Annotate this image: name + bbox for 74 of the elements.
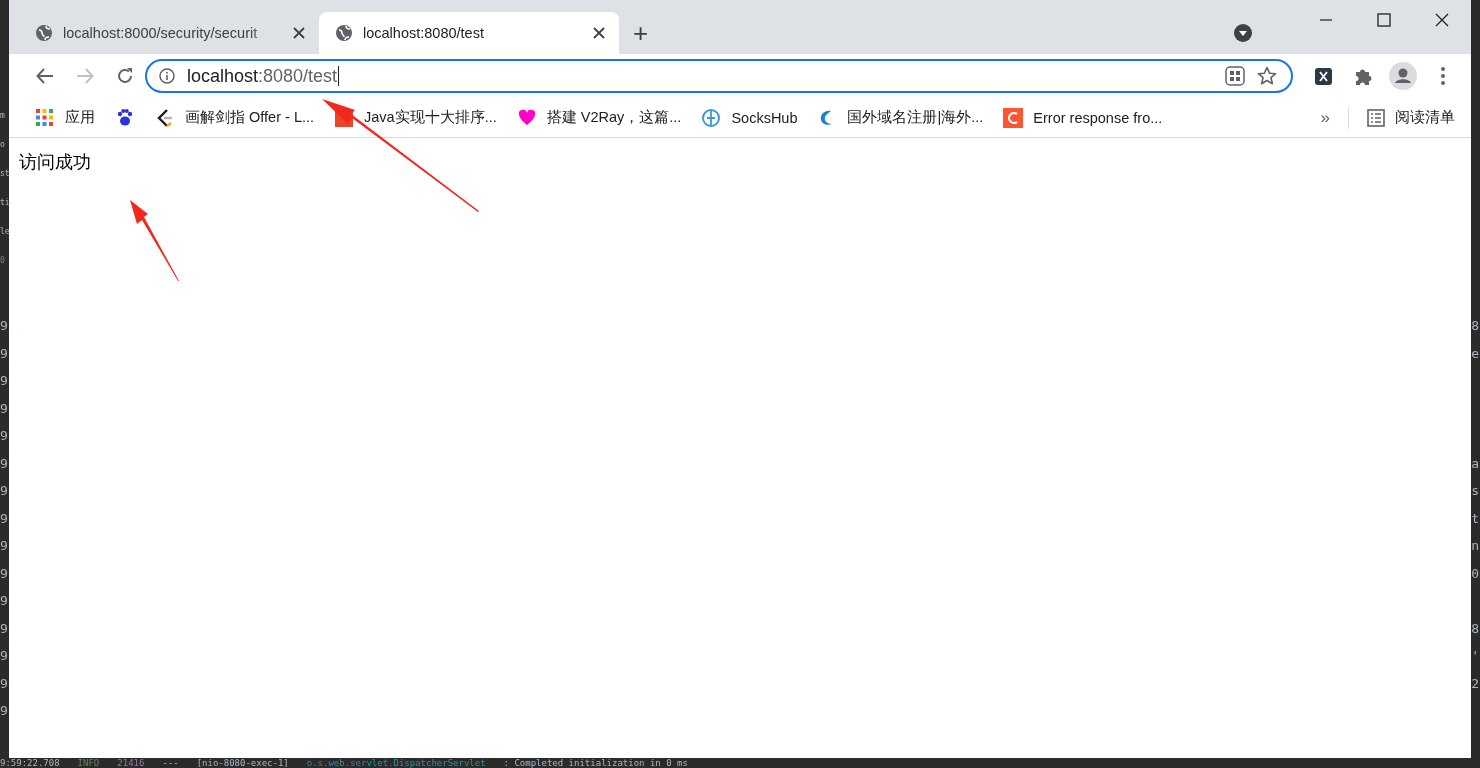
bookmark[interactable]: 搭建 V2Ray，这篇...	[508, 103, 690, 132]
maximize-icon[interactable]	[1377, 13, 1391, 27]
heart-icon	[516, 107, 537, 128]
console-text: 9	[0, 399, 8, 418]
console-text: 9	[0, 454, 8, 473]
console-text: 9	[0, 647, 8, 665]
globe-icon	[701, 107, 722, 128]
reading-list-button[interactable]: 阅读清单	[1359, 104, 1463, 131]
console-text: 9	[0, 674, 8, 693]
globe-icon	[35, 24, 53, 42]
console-text: a	[1471, 454, 1479, 473]
console-text: 9	[0, 427, 8, 445]
log-text: 21416	[117, 758, 145, 768]
browser-tab[interactable]: localhost:8080/test	[319, 12, 619, 54]
qr-code-icon[interactable]	[1225, 66, 1245, 86]
console-text: 9	[0, 592, 8, 610]
log-text: [nio-8080-exec-1]	[196, 758, 289, 768]
new-tab-button[interactable]: +	[627, 19, 655, 47]
console-text: m	[0, 110, 6, 122]
browser-tab[interactable]: localhost:8000/security/securit	[19, 12, 319, 54]
console-text: 9	[0, 344, 8, 363]
info-icon[interactable]	[159, 68, 175, 84]
bookmark[interactable]: 画解剑指 Offer - L...	[147, 103, 323, 132]
back-icon[interactable]	[36, 67, 54, 85]
console-text: ti	[0, 197, 10, 209]
bookmark[interactable]: Error response fro...	[995, 103, 1171, 132]
log-text: 9:59:22.708	[0, 758, 60, 768]
console-text: 9	[0, 317, 8, 335]
avatar-icon[interactable]	[1389, 62, 1417, 90]
star-icon[interactable]	[1257, 66, 1277, 86]
extension-x-icon[interactable]	[1313, 66, 1333, 86]
console-text: 9	[0, 509, 8, 528]
bookmark[interactable]: 国外域名注册|海外...	[809, 103, 992, 132]
close-icon[interactable]	[1435, 13, 1449, 27]
list-icon	[1367, 108, 1385, 127]
address-bar[interactable]: localhost:8080/test	[145, 59, 1293, 93]
reload-icon[interactable]	[116, 67, 134, 85]
paw-icon	[115, 107, 135, 128]
close-icon[interactable]	[293, 27, 305, 39]
console-text: t	[1471, 509, 1479, 528]
url-text: localhost:8080/test	[187, 65, 341, 87]
console-text: 2	[1471, 674, 1479, 693]
chevron-icon	[155, 107, 175, 128]
dropdown-icon[interactable]	[1233, 23, 1253, 43]
console-text: 9	[0, 372, 8, 390]
console-text: 8	[1471, 619, 1479, 638]
console-text: 9	[0, 702, 8, 720]
console-text: 9	[0, 619, 8, 638]
log-text: INFO	[77, 758, 100, 768]
console-text: 8	[1471, 317, 1479, 335]
more-bookmarks-button[interactable]: »	[1312, 107, 1338, 128]
bookmark[interactable]: SocksHub	[693, 103, 806, 132]
globe-icon	[335, 24, 353, 42]
logo-icon	[1003, 107, 1024, 128]
console-text: e	[1471, 344, 1479, 363]
console-text: st	[0, 168, 10, 180]
console-text: 0	[0, 255, 6, 267]
log-text: o.s.web.servlet.DispatcherServlet	[306, 758, 486, 768]
console-text: 0	[1471, 564, 1479, 583]
log-text: ---	[162, 758, 179, 768]
close-icon[interactable]	[593, 27, 605, 39]
console-text: le	[0, 226, 10, 238]
console-text: 9	[0, 537, 8, 555]
grid-icon	[35, 107, 55, 128]
bookmark[interactable]: 应用	[27, 103, 103, 132]
page-text: 访问成功	[19, 151, 92, 174]
console-text: 9	[0, 564, 8, 583]
console-text: s	[1471, 482, 1479, 500]
console-text: n	[1471, 537, 1479, 555]
menu-icon[interactable]	[1441, 66, 1445, 86]
console-text: '	[1471, 647, 1479, 665]
log-text: : Completed initialization in 0 ms	[503, 758, 688, 768]
console-text: o	[0, 139, 6, 151]
console-text: 9	[0, 482, 8, 500]
